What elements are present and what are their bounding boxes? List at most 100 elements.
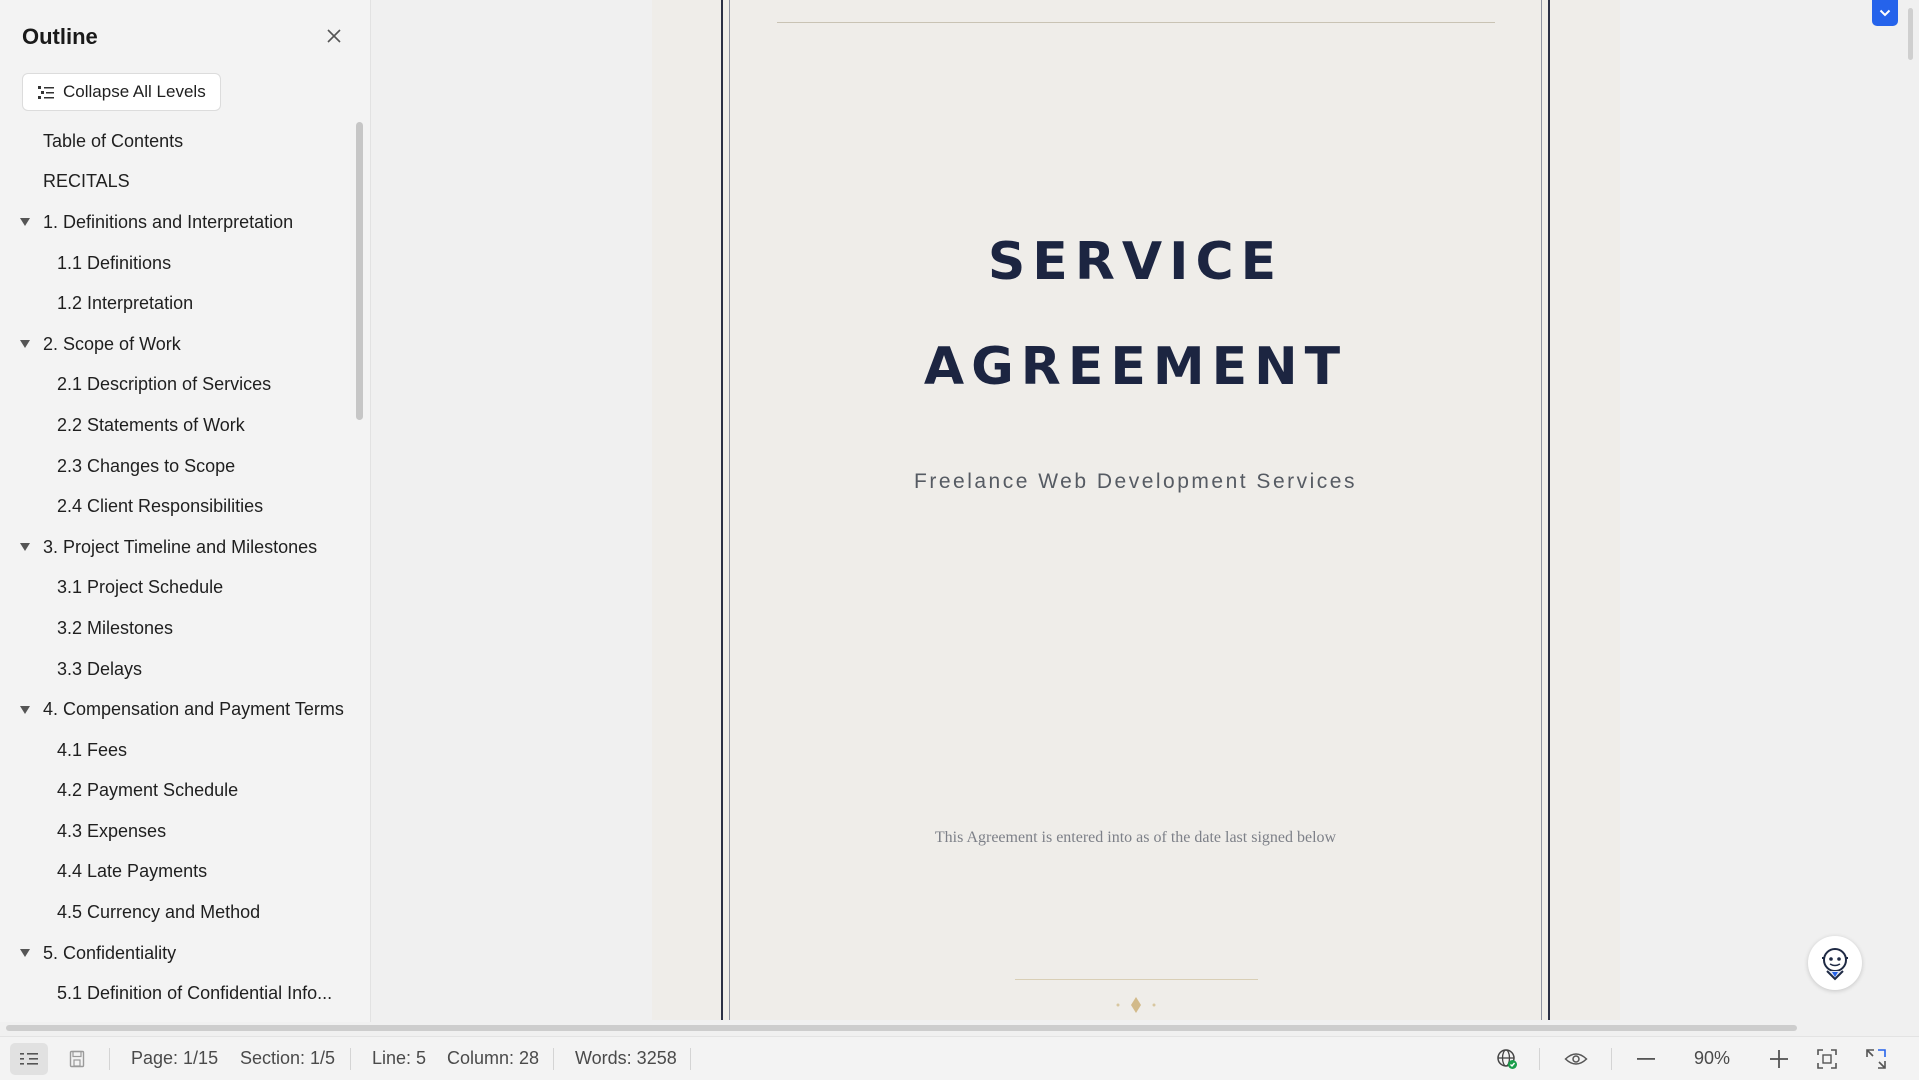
save-button[interactable]: [61, 1043, 93, 1075]
globe-check-icon: [1497, 1049, 1517, 1069]
document-subtitle: Freelance Web Development Services: [914, 470, 1357, 493]
page-indicator[interactable]: Page: 1/15: [131, 1037, 218, 1080]
outline-item[interactable]: 2.1 Description of Services: [0, 365, 356, 406]
outline-item-label: 4.3 Expenses: [57, 820, 167, 841]
diamond-ornament-icon: [1116, 997, 1156, 1013]
fullscreen-icon: [1866, 1049, 1886, 1069]
outline-item[interactable]: 4.2 Payment Schedule: [0, 771, 356, 812]
outline-item[interactable]: 3.3 Delays: [0, 649, 356, 690]
outline-item[interactable]: 2.2 Statements of Work: [0, 405, 356, 446]
outline-item[interactable]: 2.3 Changes to Scope: [0, 446, 356, 487]
outline-item-label: 2.4 Client Responsibilities: [57, 496, 264, 517]
status-separator: [109, 1048, 110, 1070]
outline-item[interactable]: 4.3 Expenses: [0, 811, 356, 852]
outline-item[interactable]: 4.4 Late Payments: [0, 852, 356, 893]
outline-panel: Outline Collapse All Levels Table of Con…: [0, 0, 371, 1022]
status-separator: [1539, 1048, 1540, 1070]
zoom-out-button[interactable]: [1630, 1043, 1662, 1075]
line-indicator[interactable]: Line: 5: [372, 1037, 426, 1080]
collapse-all-levels-button[interactable]: Collapse All Levels: [22, 73, 221, 111]
outline-item[interactable]: 5. Confidentiality: [0, 933, 356, 974]
page-border-right-inner: [1541, 0, 1542, 1020]
outline-item-label: 2. Scope of Work: [43, 333, 181, 354]
outline-item[interactable]: 2.4 Client Responsibilities: [0, 486, 356, 527]
column-indicator[interactable]: Column: 28: [447, 1037, 539, 1080]
plus-icon: [1770, 1050, 1788, 1068]
close-icon: [327, 29, 341, 43]
save-icon: [69, 1050, 85, 1068]
expand-caret-icon[interactable]: [20, 218, 30, 227]
outline-item-label: 4.4 Late Payments: [57, 861, 208, 882]
expand-caret-icon[interactable]: [20, 949, 30, 958]
language-check-button[interactable]: [1491, 1043, 1523, 1075]
outline-item-label: 1.2 Interpretation: [57, 293, 194, 314]
collapse-all-levels-label: Collapse All Levels: [63, 82, 206, 101]
section-indicator[interactable]: Section: 1/5: [240, 1037, 335, 1080]
read-mode-button[interactable]: [1560, 1043, 1592, 1075]
outline-item[interactable]: 3.1 Project Schedule: [0, 568, 356, 609]
outline-item-label: 2.3 Changes to Scope: [57, 455, 236, 476]
outline-item-label: Table of Contents: [43, 130, 184, 151]
chevron-down-icon: [1879, 9, 1891, 17]
outline-item-label: 1. Definitions and Interpretation: [43, 211, 294, 232]
expand-caret-icon[interactable]: [20, 543, 30, 552]
outline-item[interactable]: RECITALS: [0, 162, 356, 203]
outline-item[interactable]: 5.1 Definition of Confidential Info...: [0, 973, 356, 1014]
minus-icon: [1637, 1058, 1655, 1060]
outline-item-label: 4.2 Payment Schedule: [57, 780, 239, 801]
assistant-robot-icon: [1822, 948, 1848, 981]
document-title-line-1: SERVICE: [987, 232, 1284, 292]
expand-toolbar-button[interactable]: [1872, 0, 1898, 26]
zoom-in-button[interactable]: [1763, 1043, 1795, 1075]
outline-item-label: 1.1 Definitions: [57, 252, 172, 273]
status-separator: [690, 1048, 691, 1070]
outline-item[interactable]: 1.2 Interpretation: [0, 283, 356, 324]
outline-item[interactable]: 4. Compensation and Payment Terms: [0, 689, 356, 730]
outline-item[interactable]: 2. Scope of Work: [0, 324, 356, 365]
outline-item-label: 4.5 Currency and Method: [57, 902, 261, 923]
outline-item-label: 4. Compensation and Payment Terms: [43, 699, 344, 720]
outline-item-label: 3.3 Delays: [57, 658, 143, 679]
outline-item-label: RECITALS: [43, 171, 130, 192]
outline-item-label: 4.1 Fees: [57, 739, 128, 760]
eye-icon: [1564, 1053, 1588, 1065]
status-separator: [1611, 1048, 1612, 1070]
page-border-right: [1548, 0, 1550, 1020]
page-border-left-inner: [729, 0, 730, 1020]
zoom-level[interactable]: 90%: [1694, 1037, 1730, 1080]
fullscreen-button[interactable]: [1860, 1043, 1892, 1075]
horizontal-scrollbar[interactable]: [6, 1025, 1797, 1031]
document-title-line-2: AGREEMENT: [923, 337, 1348, 397]
document-vertical-scrollbar[interactable]: [1908, 8, 1913, 60]
outline-item[interactable]: 4.1 Fees: [0, 730, 356, 771]
document-note: This Agreement is entered into as of the…: [934, 829, 1337, 846]
collapse-levels-icon: [38, 86, 54, 99]
outline-toggle-icon: [20, 1053, 38, 1065]
outline-item[interactable]: 3.2 Milestones: [0, 608, 356, 649]
outline-item-label: 5.1 Definition of Confidential Info...: [57, 983, 333, 1004]
outline-toggle-button[interactable]: [10, 1043, 48, 1075]
bottom-rule: [1015, 979, 1258, 980]
status-separator: [350, 1048, 351, 1070]
fit-page-button[interactable]: [1811, 1043, 1843, 1075]
outline-item[interactable]: 4.5 Currency and Method: [0, 892, 356, 933]
outline-item[interactable]: 1. Definitions and Interpretation: [0, 202, 356, 243]
close-outline-button[interactable]: [320, 22, 348, 50]
outline-title: Outline: [22, 24, 98, 49]
word-count[interactable]: Words: 3258: [575, 1037, 677, 1080]
outline-item-label: 2.1 Description of Services: [57, 374, 272, 395]
status-separator: [553, 1048, 554, 1070]
outline-item-label: 3.1 Project Schedule: [57, 577, 224, 598]
expand-caret-icon[interactable]: [20, 705, 30, 714]
outline-item-label: 2.2 Statements of Work: [57, 414, 245, 435]
document-page: [652, 0, 1620, 1020]
outline-item[interactable]: 1.1 Definitions: [0, 243, 356, 284]
outline-item-label: 5. Confidentiality: [43, 942, 177, 963]
outline-list: Table of Contents RECITALS 1. Definitions …: [0, 121, 356, 1014]
outline-item[interactable]: 3. Project Timeline and Milestones: [0, 527, 356, 568]
outline-scrollbar[interactable]: [356, 122, 363, 420]
expand-caret-icon[interactable]: [20, 340, 30, 349]
outline-item[interactable]: Table of Contents: [0, 121, 356, 162]
assistant-button[interactable]: [1808, 936, 1862, 990]
outline-item-label: 3. Project Timeline and Milestones: [43, 536, 318, 557]
